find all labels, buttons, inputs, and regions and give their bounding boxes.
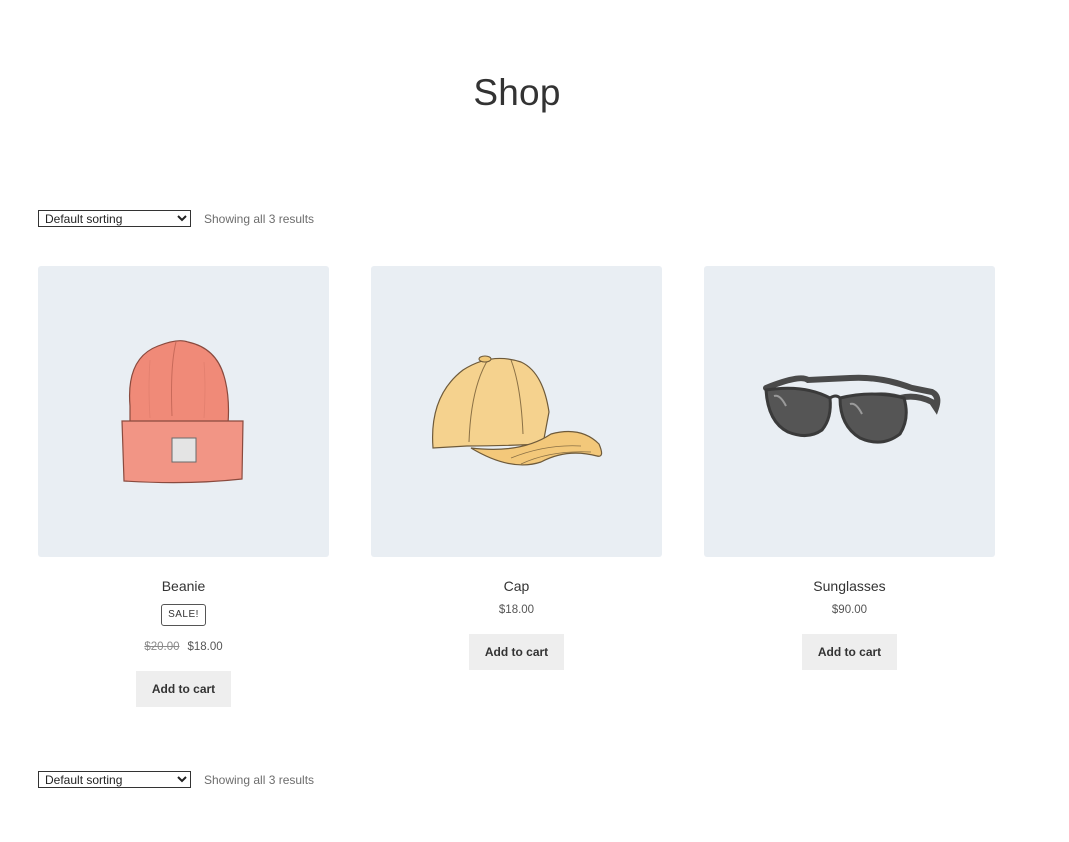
result-count-top: Showing all 3 results bbox=[204, 211, 315, 226]
sorting-bar-bottom: Default sorting Showing all 3 results bbox=[38, 771, 314, 788]
add-to-cart-button[interactable]: Add to cart bbox=[136, 671, 231, 707]
shop-page: Shop Default sorting Showing all 3 resul… bbox=[0, 0, 1069, 842]
product-image-link[interactable] bbox=[38, 266, 329, 557]
product-card-cap: Cap $18.00 Add to cart bbox=[371, 266, 662, 670]
add-to-cart-button[interactable]: Add to cart bbox=[469, 634, 564, 670]
sunglasses-image bbox=[763, 374, 941, 444]
product-price: $18.00 bbox=[371, 603, 662, 617]
add-to-cart-wrap: Add to cart bbox=[704, 634, 995, 670]
product-price: $90.00 bbox=[704, 603, 995, 617]
page-title: Shop bbox=[473, 72, 561, 113]
product-card-beanie: Beanie SALE! $20.00 $18.00 Add to cart bbox=[38, 266, 329, 707]
sort-select-top[interactable]: Default sorting bbox=[38, 210, 191, 227]
baseball-cap-image bbox=[431, 355, 603, 466]
product-title[interactable]: Beanie bbox=[38, 577, 329, 595]
beanie-hat-image bbox=[121, 340, 244, 484]
product-image-link[interactable] bbox=[371, 266, 662, 557]
sorting-bar-top: Default sorting Showing all 3 results bbox=[38, 210, 314, 227]
product-price: $20.00 $18.00 bbox=[38, 640, 329, 654]
add-to-cart-button[interactable]: Add to cart bbox=[802, 634, 897, 670]
sale-price: $18.00 bbox=[187, 641, 223, 653]
add-to-cart-wrap: Add to cart bbox=[38, 671, 329, 707]
product-image-link[interactable] bbox=[704, 266, 995, 557]
regular-price: $90.00 bbox=[831, 604, 868, 616]
sale-badge-wrap: SALE! bbox=[38, 595, 329, 626]
product-card-sunglasses: Sunglasses $90.00 Add to cart bbox=[704, 266, 995, 670]
sort-select-bottom[interactable]: Default sorting bbox=[38, 771, 191, 788]
sale-badge: SALE! bbox=[161, 604, 206, 626]
product-title[interactable]: Sunglasses bbox=[704, 577, 995, 595]
regular-price: $18.00 bbox=[498, 604, 535, 616]
result-count-bottom: Showing all 3 results bbox=[204, 772, 315, 787]
add-to-cart-wrap: Add to cart bbox=[371, 634, 662, 670]
product-title[interactable]: Cap bbox=[371, 577, 662, 595]
old-price: $20.00 bbox=[144, 641, 180, 653]
